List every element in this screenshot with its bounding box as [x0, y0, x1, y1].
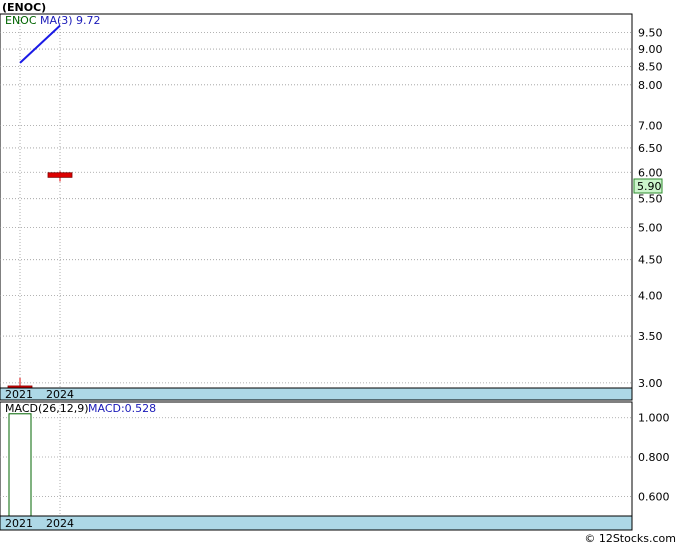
- macd-marks: [8, 413, 32, 517]
- footer-credit: © 12Stocks.com: [584, 532, 676, 545]
- price-y-tick-label: 9.00: [638, 43, 663, 56]
- price-y-tick-label: 7.00: [638, 119, 663, 132]
- macd-y-tick-label: 0.800: [638, 451, 670, 464]
- price-y-axis: 9.50 9.00 8.50 8.00 7.00 6.50 6.00 5.50 5.00 4.50…: [638, 27, 663, 390]
- price-x-axis-band: [0, 387, 633, 401]
- macd-legend-label: MACD(26,12,9): [5, 402, 89, 415]
- price-y-tick-label: 4.50: [638, 254, 663, 267]
- macd-plot-area: [0, 401, 633, 531]
- macd-y-tick-label: 0.600: [638, 490, 670, 503]
- price-y-tick-label: 5.00: [638, 222, 663, 235]
- price-y-tick-label: 3.00: [638, 377, 663, 390]
- price-y-tick-label: 9.50: [638, 27, 663, 40]
- macd-panel: 1.000 0.800 0.600 2021 2024 MACD(26,12,9) M…: [0, 401, 670, 531]
- price-y-tick-label: 8.00: [638, 79, 663, 92]
- macd-x-axis-band: [0, 515, 633, 531]
- price-y-tick-label: 4.00: [638, 289, 663, 302]
- legend-symbol: ENOC: [5, 14, 37, 27]
- price-y-tick-label: 6.50: [638, 142, 663, 155]
- price-plot-area: [0, 13, 633, 401]
- candle-body: [47, 172, 73, 178]
- macd-y-axis: 1.000 0.800 0.600: [638, 412, 670, 504]
- price-panel: 9.50 9.00 8.50 8.00 7.00 6.50 6.00 5.50 5.00 4.50…: [0, 13, 663, 401]
- macd-y-tick-label: 1.000: [638, 412, 670, 425]
- legend-ma-label: MA(3): [40, 14, 73, 27]
- price-x-tick-label: 2021: [5, 388, 33, 401]
- chart-title: (ENOC): [2, 1, 46, 14]
- price-x-tick-label: 2024: [46, 388, 74, 401]
- price-y-tick-label: 3.50: [638, 330, 663, 343]
- last-price-label: 5.90: [637, 180, 662, 193]
- price-y-tick-label: 8.50: [638, 60, 663, 73]
- legend-ma-value: 9.72: [76, 14, 101, 27]
- macd-x-tick-label: 2024: [46, 517, 74, 530]
- macd-legend-value: MACD:0.528: [88, 402, 156, 415]
- stock-chart: (ENOC) © 12Stocks.com 9.50 9.00 8.50 8.00 7.…: [0, 1, 676, 545]
- macd-bar: [8, 413, 32, 517]
- macd-x-tick-label: 2021: [5, 517, 33, 530]
- price-y-tick-label: 6.00: [638, 166, 663, 179]
- price-y-tick-label: 5.50: [638, 193, 663, 206]
